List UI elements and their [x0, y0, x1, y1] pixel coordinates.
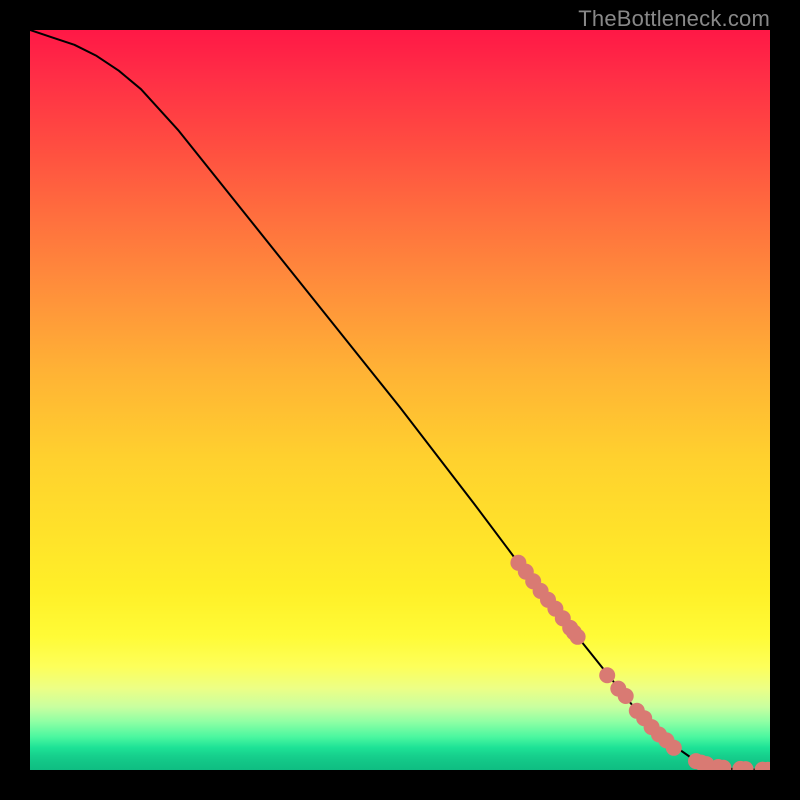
data-point — [666, 740, 682, 756]
data-point — [570, 629, 586, 645]
chart-svg — [30, 30, 770, 770]
data-markers — [510, 555, 770, 770]
attribution-label: TheBottleneck.com — [578, 6, 770, 32]
data-point — [599, 667, 615, 683]
chart-frame: TheBottleneck.com — [0, 0, 800, 800]
curve-line — [30, 30, 770, 770]
plot-area — [30, 30, 770, 770]
data-point — [618, 688, 634, 704]
